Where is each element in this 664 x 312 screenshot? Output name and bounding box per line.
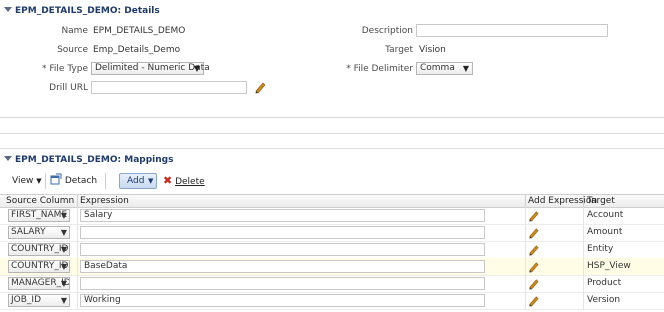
toolbar-separator: [45, 173, 46, 189]
column-divider: [525, 195, 526, 207]
chevron-down-icon: ▼: [462, 64, 469, 73]
edit-pencil-icon[interactable]: [527, 209, 540, 222]
mappings-panel: EPM_DETAILS_DEMO: Mappings View ▼ Detach…: [0, 149, 664, 312]
column-divider: [525, 207, 526, 310]
col-header-source[interactable]: Source Column: [6, 195, 74, 207]
target-value: Vision: [419, 45, 446, 55]
edit-pencil-icon[interactable]: [527, 277, 540, 290]
column-divider: [583, 207, 584, 310]
mappings-toolbar: View ▼ Detach Add ▼ ✖ Delete: [0, 171, 664, 191]
description-input[interactable]: [416, 24, 608, 37]
table-row[interactable]: COUNTRY_ID ▼ BaseData HSP_View: [0, 258, 664, 276]
chevron-down-icon: ▼: [36, 177, 42, 185]
mappings-panel-title[interactable]: EPM_DETAILS_DEMO: Mappings: [4, 155, 173, 165]
edit-pencil-icon[interactable]: [527, 243, 540, 256]
source-column-select[interactable]: FIRST_NAME ▼: [8, 209, 70, 222]
add-button[interactable]: Add ▼: [119, 173, 157, 189]
column-divider: [77, 207, 78, 310]
file-delimiter-label: * File Delimiter: [346, 64, 413, 74]
expression-input[interactable]: [80, 226, 485, 239]
collapse-triangle-icon[interactable]: [4, 7, 12, 12]
column-divider: [583, 195, 584, 207]
chevron-down-icon: ▼: [60, 262, 67, 271]
drill-url-input[interactable]: [91, 81, 247, 94]
name-value: EPM_DETAILS_DEMO: [93, 26, 186, 36]
target-cell: HSP_View: [587, 261, 631, 271]
delete-x-icon: ✖: [163, 174, 173, 187]
chevron-down-icon: ▼: [60, 211, 67, 220]
chevron-down-icon: ▼: [60, 279, 67, 288]
target-label: Target: [385, 45, 413, 55]
file-type-select[interactable]: Delimited - Numeric Data ▼: [91, 62, 210, 75]
expression-input[interactable]: Working: [80, 294, 485, 307]
collapse-triangle-icon[interactable]: [4, 156, 12, 161]
source-label: Source: [57, 45, 88, 55]
edit-pencil-icon[interactable]: [253, 80, 267, 94]
column-divider: [77, 195, 78, 207]
details-panel: EPM_DETAILS_DEMO: Details Name EPM_DETAI…: [0, 0, 664, 118]
source-column-select[interactable]: SALARY ▼: [8, 226, 70, 239]
mappings-grid-header: Source Column Expression Add Expression …: [0, 194, 664, 208]
expression-input[interactable]: [80, 243, 485, 256]
chevron-down-icon: ▼: [60, 245, 67, 254]
target-cell: Entity: [587, 244, 614, 254]
target-cell: Amount: [587, 227, 623, 237]
table-row[interactable]: COUNTRY_ID ▼ Entity: [0, 241, 664, 259]
description-label: Description: [361, 26, 413, 36]
expression-input[interactable]: Salary: [80, 209, 485, 222]
source-column-select[interactable]: JOB_ID ▼: [8, 294, 70, 307]
table-row[interactable]: FIRST_NAME ▼ Salary Account: [0, 207, 664, 225]
drill-url-label: Drill URL: [49, 83, 88, 93]
target-cell: Product: [587, 278, 622, 288]
expression-input[interactable]: [80, 277, 485, 290]
file-type-label: * File Type: [42, 64, 88, 74]
chevron-down-icon: ▼: [193, 64, 200, 73]
table-row[interactable]: SALARY ▼ Amount: [0, 224, 664, 242]
source-column-select[interactable]: COUNTRY_ID ▼: [8, 260, 70, 273]
col-header-target[interactable]: Target: [587, 195, 615, 207]
delete-button[interactable]: ✖ Delete: [163, 173, 205, 189]
view-menu-button[interactable]: View ▼: [12, 173, 42, 189]
edit-pencil-icon[interactable]: [527, 260, 540, 273]
file-delimiter-select[interactable]: Comma ▼: [416, 62, 473, 75]
table-row[interactable]: JOB_ID ▼ Working Version: [0, 292, 664, 310]
name-label: Name: [61, 26, 88, 36]
detach-button[interactable]: Detach: [50, 173, 97, 189]
divider: [0, 133, 664, 134]
col-header-expression[interactable]: Expression: [80, 195, 129, 207]
source-column-select[interactable]: COUNTRY_ID ▼: [8, 243, 70, 256]
target-cell: Account: [587, 210, 624, 220]
source-value: Emp_Details_Demo: [93, 45, 181, 55]
edit-pencil-icon[interactable]: [527, 294, 540, 307]
target-cell: Version: [587, 295, 621, 305]
chevron-down-icon: ▼: [60, 228, 67, 237]
detach-icon: [50, 173, 62, 185]
source-column-select[interactable]: MANAGER_ID ▼: [8, 277, 70, 290]
edit-pencil-icon[interactable]: [527, 226, 540, 239]
expression-input[interactable]: BaseData: [80, 260, 485, 273]
toolbar-separator: [105, 173, 106, 189]
chevron-down-icon: ▼: [148, 177, 154, 185]
table-row[interactable]: MANAGER_ID ▼ Product: [0, 275, 664, 293]
chevron-down-icon: ▼: [60, 296, 67, 305]
details-panel-title[interactable]: EPM_DETAILS_DEMO: Details: [4, 6, 160, 16]
